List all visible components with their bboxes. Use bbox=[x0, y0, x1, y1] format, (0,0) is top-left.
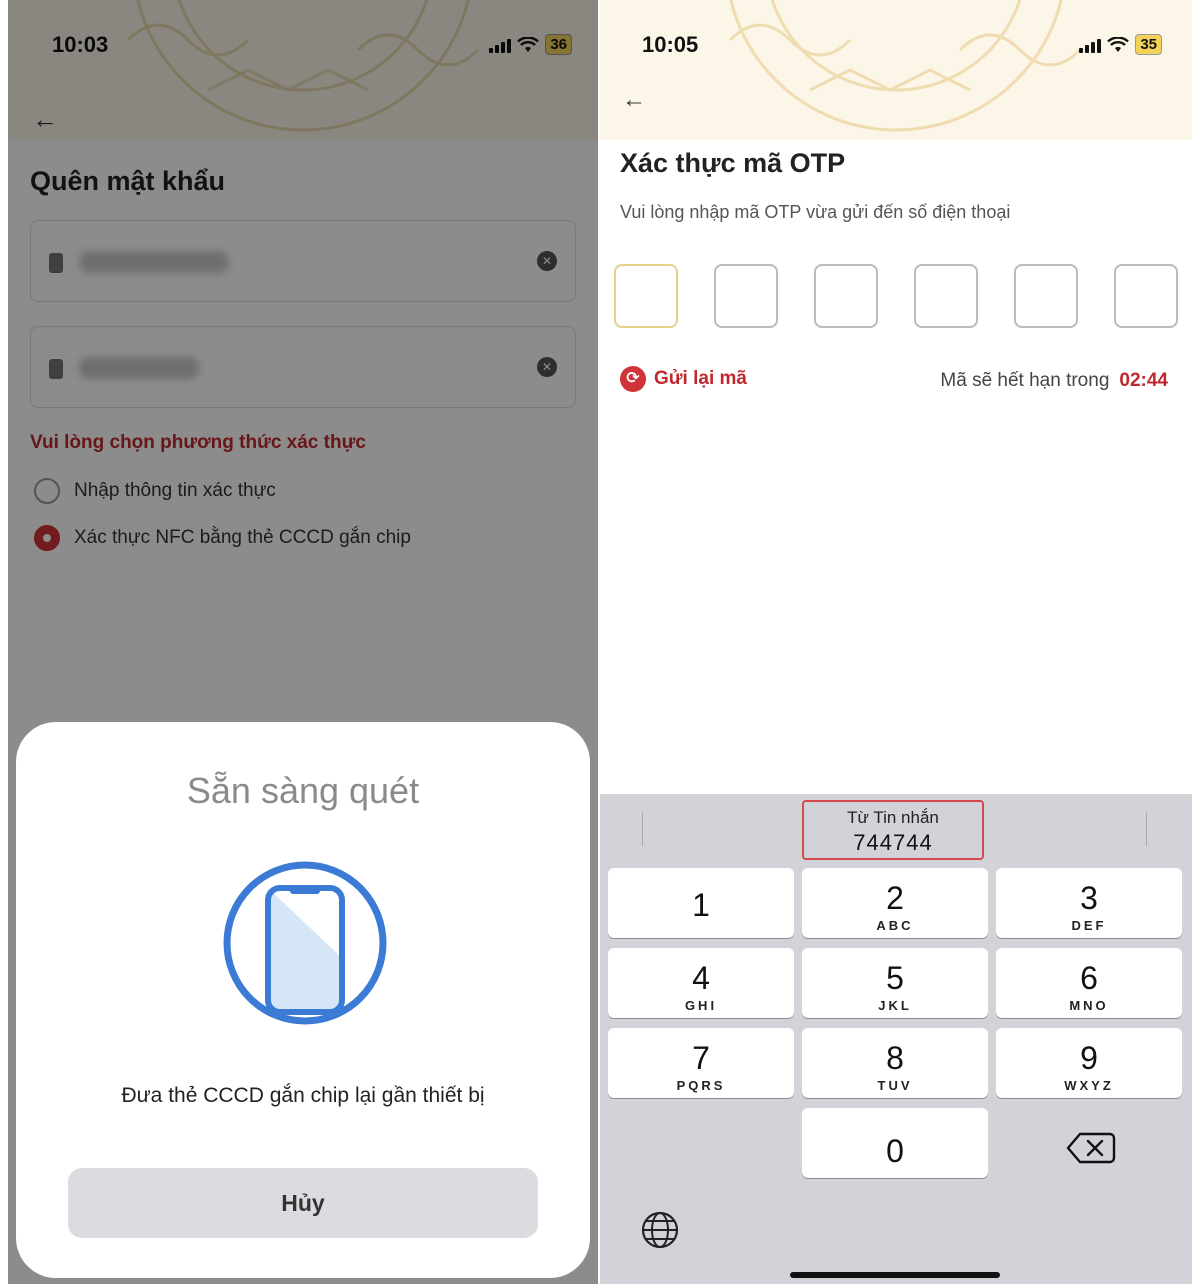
numeric-keyboard: Từ Tin nhắn 744744 1 2 ABC 3 DEF 4 GHI 5 JKL… bbox=[600, 794, 1192, 1284]
cellular-signal-icon bbox=[1079, 37, 1102, 53]
expiry-timer: Mã sẽ hết hạn trong 02:44 bbox=[940, 370, 1168, 392]
key-letters: PQRS bbox=[676, 1077, 726, 1093]
key-2[interactable]: 2 ABC bbox=[802, 868, 988, 938]
key-1[interactable]: 1 bbox=[608, 868, 794, 938]
suggestion-divider bbox=[642, 812, 643, 846]
resend-label: Gửi lại mã bbox=[654, 368, 747, 389]
otp-digit-2[interactable] bbox=[714, 264, 778, 328]
key-letters: JKL bbox=[878, 997, 912, 1013]
key-letters: MNO bbox=[1069, 997, 1109, 1013]
expiry-label: Mã sẽ hết hạn trong bbox=[940, 370, 1110, 391]
key-letters: TUV bbox=[877, 1077, 913, 1093]
key-letters: GHI bbox=[684, 997, 718, 1013]
status-icons: 35 bbox=[1079, 34, 1162, 55]
suggestion-divider bbox=[1146, 812, 1147, 846]
key-5[interactable]: 5 JKL bbox=[802, 948, 988, 1018]
key-letters: WXYZ bbox=[1064, 1077, 1114, 1093]
key-letters: DEF bbox=[1071, 917, 1107, 933]
globe-icon[interactable] bbox=[640, 1210, 680, 1250]
otp-input-row bbox=[614, 264, 1178, 328]
key-number: 3 bbox=[1080, 879, 1098, 916]
otp-digit-4[interactable] bbox=[914, 264, 978, 328]
key-8[interactable]: 8 TUV bbox=[802, 1028, 988, 1098]
key-number: 7 bbox=[692, 1039, 710, 1076]
status-time: 10:05 bbox=[642, 32, 699, 57]
forgot-password-screen: 10:03 36 ← Quên mật khẩu ✕ ✕ Vui lòng ch… bbox=[8, 0, 598, 1284]
suggestion-code: 744744 bbox=[853, 830, 933, 855]
key-number: 1 bbox=[692, 887, 710, 923]
page-title: Xác thực mã OTP bbox=[620, 148, 846, 178]
countdown: 02:44 bbox=[1119, 370, 1168, 391]
cancel-button[interactable]: Hủy bbox=[68, 1168, 538, 1238]
key-4[interactable]: 4 GHI bbox=[608, 948, 794, 1018]
key-9[interactable]: 9 WXYZ bbox=[996, 1028, 1182, 1098]
back-arrow-icon[interactable]: ← bbox=[622, 86, 646, 114]
refresh-icon: ⟳ bbox=[620, 366, 646, 392]
otp-digit-6[interactable] bbox=[1114, 264, 1178, 328]
status-bar: 10:05 35 bbox=[600, 0, 1192, 80]
key-6[interactable]: 6 MNO bbox=[996, 948, 1182, 1018]
key-number: 9 bbox=[1080, 1039, 1098, 1076]
resend-code-link[interactable]: ⟳ Gửi lại mã bbox=[620, 366, 747, 392]
nfc-phone-icon bbox=[223, 861, 387, 1025]
key-number: 2 bbox=[886, 879, 904, 916]
otp-instruction: Vui lòng nhập mã OTP vừa gửi đến số điện… bbox=[620, 202, 1011, 222]
sheet-title: Sẵn sàng quét bbox=[186, 770, 420, 811]
key-7[interactable]: 7 PQRS bbox=[608, 1028, 794, 1098]
backspace-icon[interactable] bbox=[1066, 1130, 1116, 1166]
otp-digit-5[interactable] bbox=[1014, 264, 1078, 328]
home-indicator bbox=[790, 1272, 1000, 1278]
key-letters: ABC bbox=[876, 917, 914, 933]
suggestion-label: Từ Tin nhắn bbox=[847, 808, 939, 827]
otp-digit-3[interactable] bbox=[814, 264, 878, 328]
key-number: 6 bbox=[1080, 959, 1098, 996]
wifi-icon bbox=[1107, 36, 1130, 52]
battery-icon: 35 bbox=[1135, 34, 1162, 55]
key-number: 5 bbox=[886, 959, 904, 996]
key-number: 4 bbox=[692, 959, 710, 996]
key-number: 8 bbox=[886, 1039, 904, 1076]
key-number: 0 bbox=[886, 1133, 904, 1169]
otp-verification-screen: 10:05 35 ← Xác thực mã OTP Vui lòng nhập… bbox=[600, 0, 1192, 1284]
otp-digit-1[interactable] bbox=[614, 264, 678, 328]
key-3[interactable]: 3 DEF bbox=[996, 868, 1182, 938]
sheet-message: Đưa thẻ CCCD gắn chip lại gần thiết bị bbox=[121, 1084, 485, 1107]
key-0[interactable]: 0 bbox=[802, 1108, 988, 1178]
otp-autofill-suggestion[interactable]: Từ Tin nhắn 744744 bbox=[802, 800, 984, 860]
nfc-scan-sheet: Sẵn sàng quét Đưa thẻ CCCD gắn chip lại … bbox=[16, 722, 590, 1278]
